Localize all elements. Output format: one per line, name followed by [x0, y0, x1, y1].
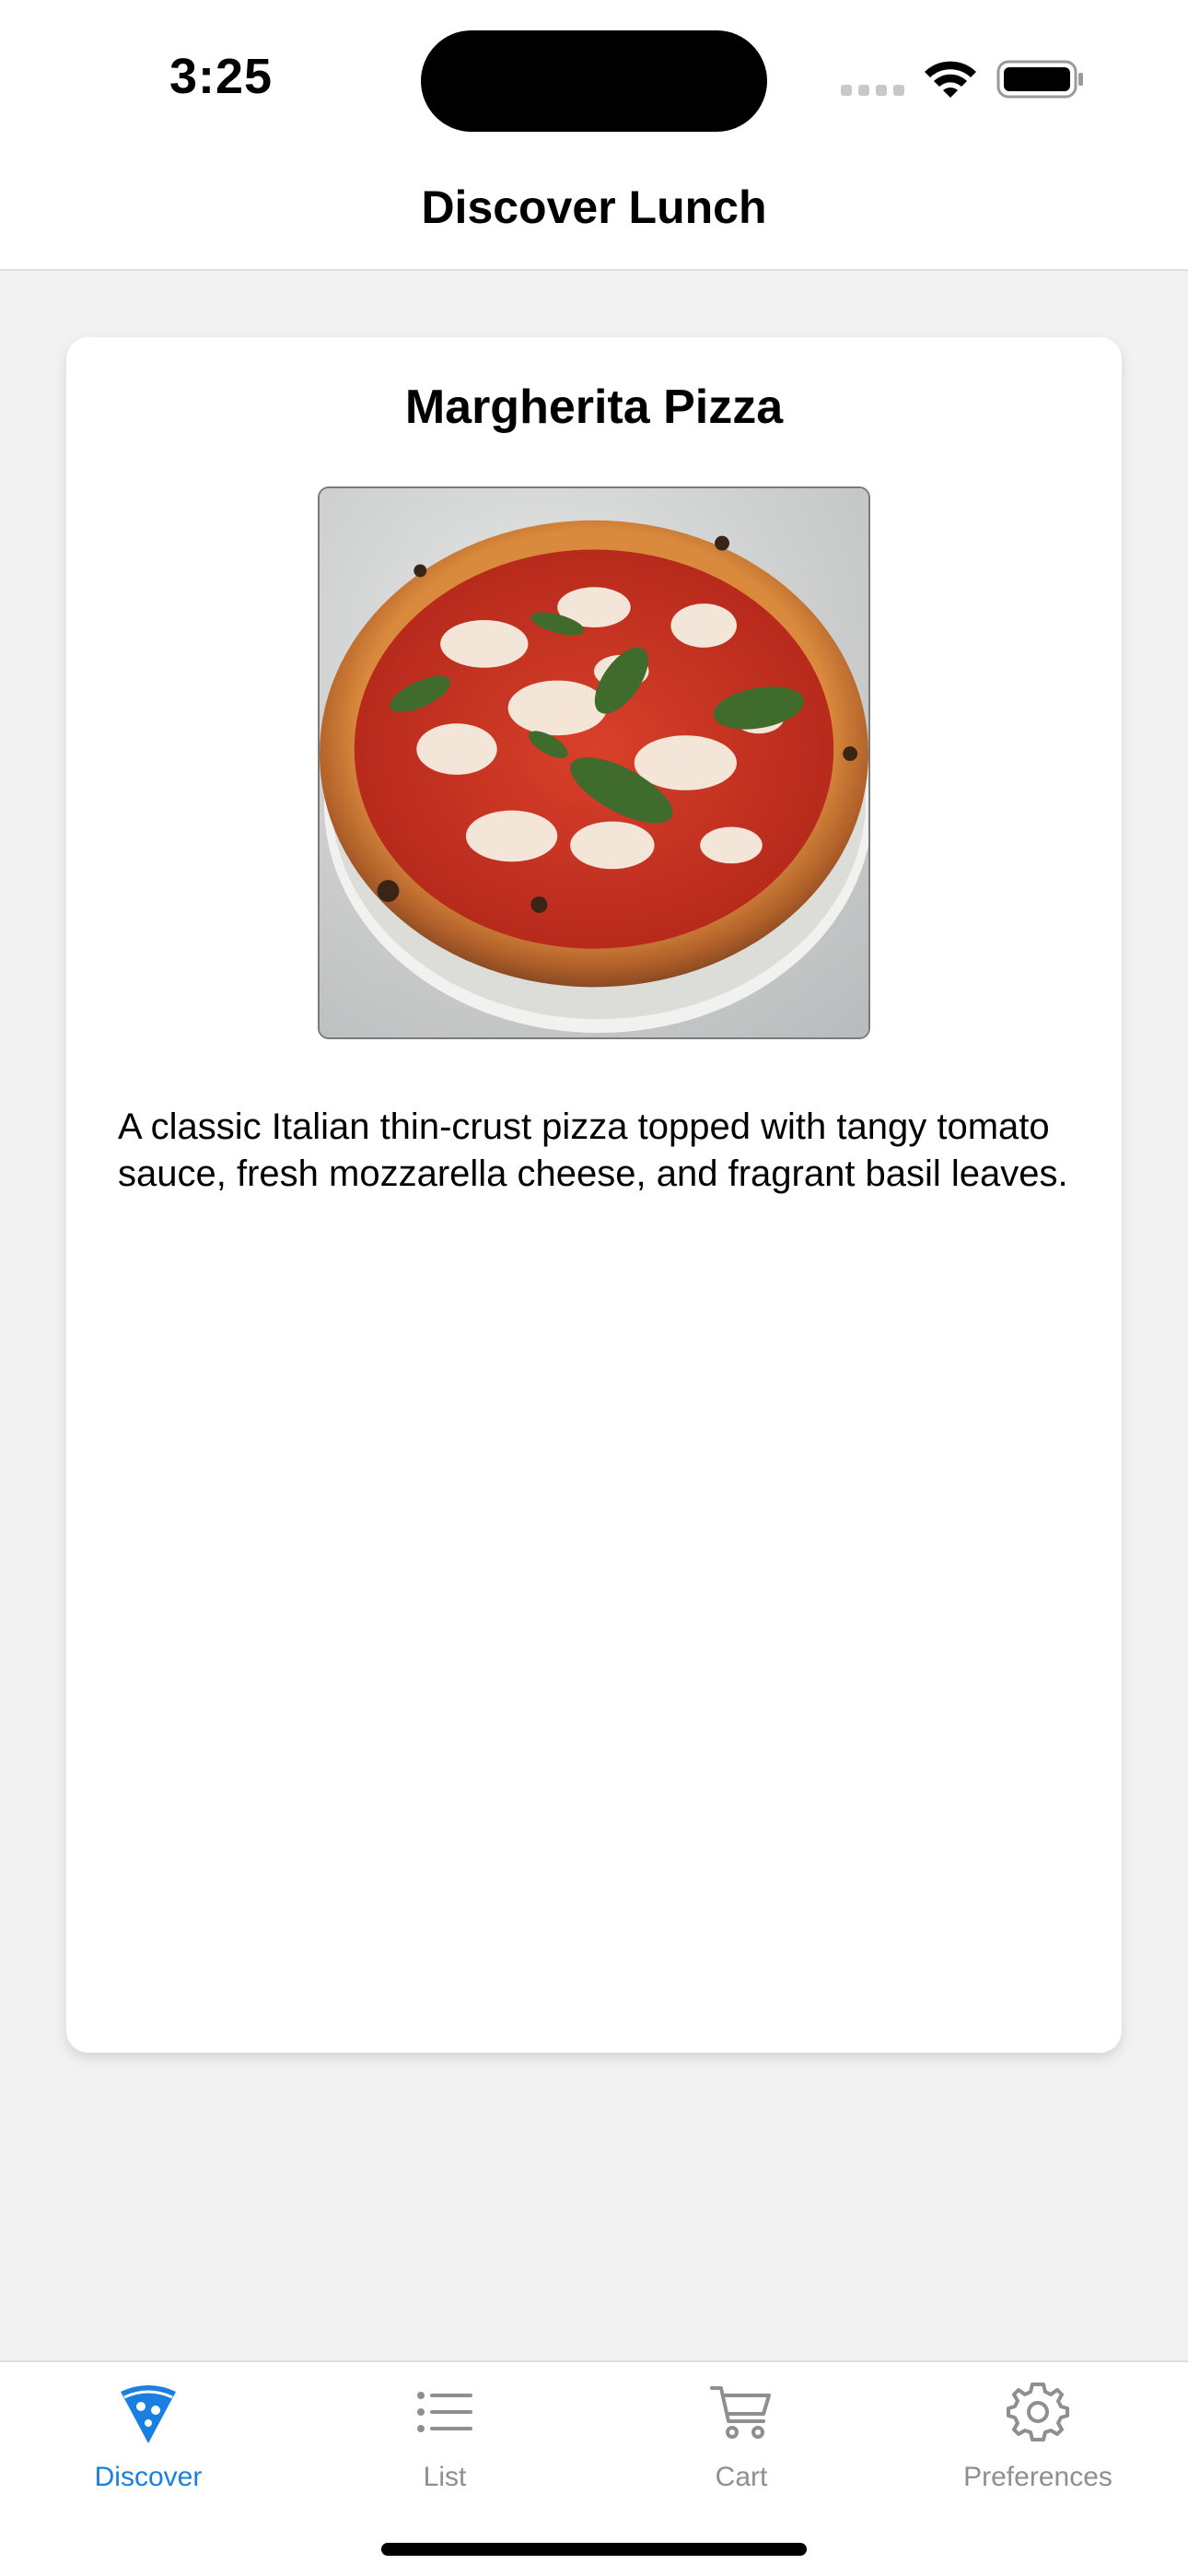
tab-label-list: List — [423, 2462, 467, 2492]
tab-label-discover: Discover — [94, 2462, 203, 2492]
battery-icon — [996, 60, 1083, 99]
tab-label-preferences: Preferences — [963, 2462, 1112, 2492]
navigation-bar: Discover Lunch — [0, 147, 1188, 271]
status-bar: 3:25 — [0, 0, 1188, 147]
meal-description: A classic Italian thin-crust pizza toppe… — [118, 1107, 1068, 1194]
tab-label-cart: Cart — [715, 2462, 768, 2492]
meal-image — [318, 486, 870, 1039]
list-icon — [417, 2392, 472, 2432]
pizza-slice-icon — [121, 2385, 176, 2443]
home-indicator[interactable] — [381, 2543, 807, 2556]
meal-title: Margherita Pizza — [404, 381, 784, 434]
cart-icon — [710, 2386, 771, 2439]
page-title: Discover Lunch — [421, 181, 767, 233]
pizza-photo-illustration — [320, 488, 868, 1037]
tab-discover[interactable]: Discover — [0, 2362, 297, 2510]
status-time: 3:25 — [169, 49, 274, 104]
tab-list[interactable]: List — [297, 2362, 593, 2510]
meal-card[interactable]: Margherita Pizza A classic Italian thin-… — [66, 337, 1122, 2053]
dynamic-island — [421, 30, 767, 132]
tab-cart[interactable]: Cart — [593, 2362, 890, 2510]
tab-preferences[interactable]: Preferences — [890, 2362, 1186, 2510]
gear-icon — [1007, 2383, 1069, 2441]
cellular-signal-icon — [841, 85, 905, 98]
wifi-icon — [925, 61, 976, 98]
